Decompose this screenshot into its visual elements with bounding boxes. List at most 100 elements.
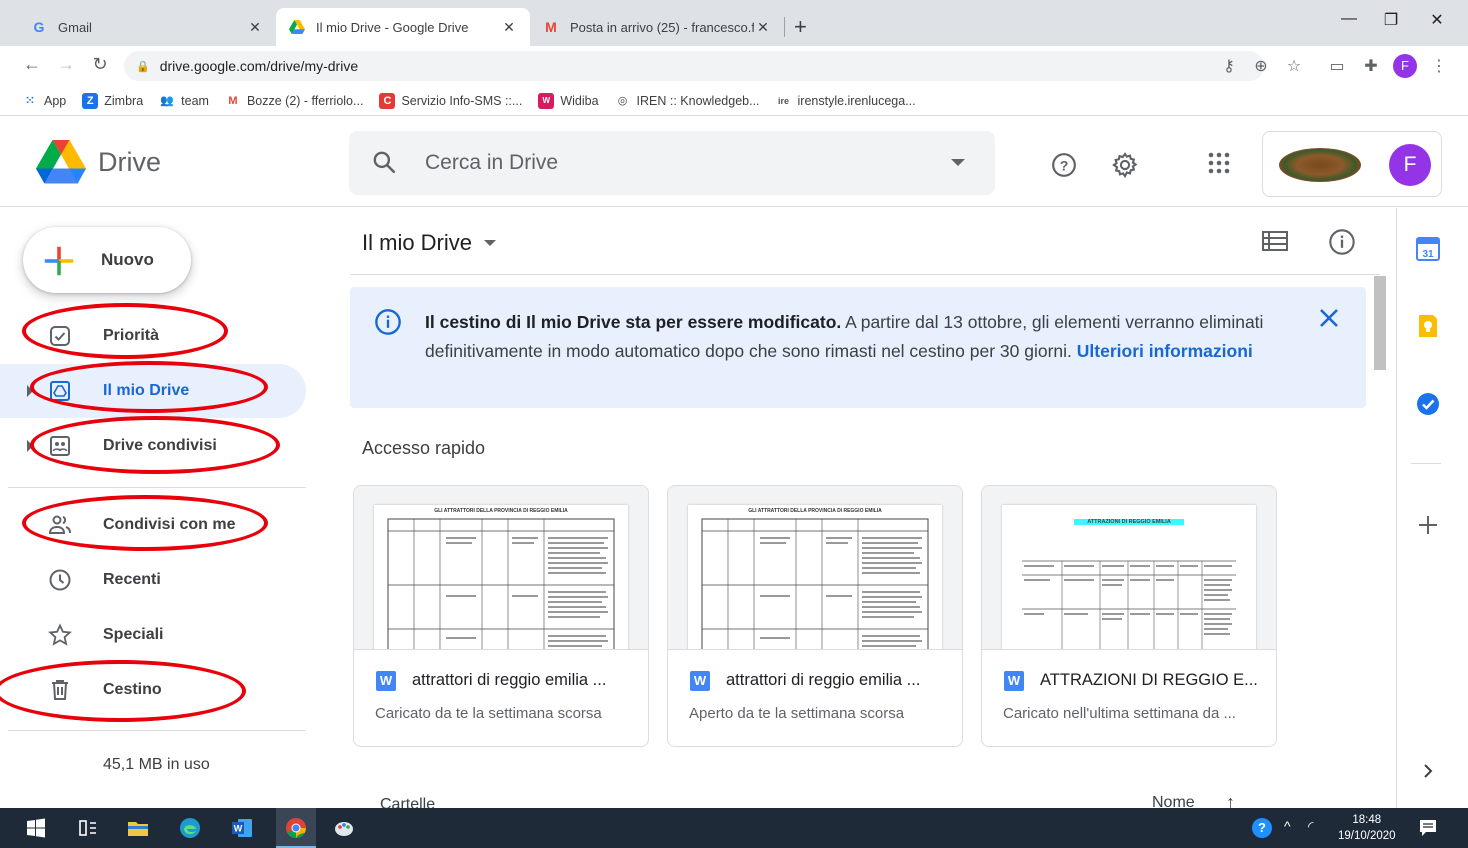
info-icon[interactable]	[1328, 228, 1356, 256]
wifi-icon[interactable]: ◜	[1308, 818, 1313, 835]
quick-access-card[interactable]: GLI ATTRATTORI DELLA PROVINCIA DI REGGIO…	[353, 485, 649, 747]
keep-icon[interactable]	[1415, 313, 1441, 339]
tab-gmail[interactable]: G Gmail ✕	[18, 8, 276, 46]
iren-icon: ire	[778, 95, 790, 106]
drive-logo-icon[interactable]	[36, 139, 86, 185]
learn-more-link[interactable]: Ulteriori informazioni	[1077, 341, 1253, 361]
search-icon[interactable]	[371, 149, 397, 175]
extensions-icon[interactable]: ✚	[1360, 56, 1382, 76]
bookmark-app[interactable]: ⁙ App	[22, 93, 66, 109]
windows-start-icon[interactable]	[24, 816, 48, 840]
chevron-right-icon[interactable]	[1415, 758, 1441, 784]
settings-gear-icon[interactable]	[1111, 151, 1139, 179]
clock-date: 19/10/2020	[1338, 830, 1396, 842]
notification-center-icon[interactable]	[1418, 818, 1438, 838]
sidebar-item-label: Priorità	[103, 327, 160, 344]
address-bar[interactable]: 🔒 drive.google.com/drive/my-drive	[124, 51, 1264, 81]
document-page: ATTRAZIONI DI REGGIO EMILIA	[1002, 505, 1256, 649]
tab-title: Posta in arrivo (25) - francesco.fe	[570, 19, 754, 35]
sidebar-item-shared-drives[interactable]: Drive condivisi	[0, 419, 306, 473]
storage-usage: 45,1 MB in uso	[103, 756, 210, 773]
shared-with-me-icon	[48, 515, 71, 534]
main-scrollbar[interactable]	[1374, 276, 1386, 370]
app-name: Drive	[98, 147, 162, 177]
bookmark-info-sms[interactable]: C Servizio Info-SMS ::...	[379, 92, 522, 109]
quick-access-card[interactable]: ATTRAZIONI DI REGGIO EMILIA W ATTRAZIONI…	[981, 485, 1277, 747]
quick-access-card[interactable]: GLI ATTRATTORI DELLA PROVINCIA DI REGGIO…	[667, 485, 963, 747]
tab-gmail-inbox[interactable]: M Posta in arrivo (25) - francesco.fe ✕	[530, 8, 784, 46]
document-table-preview	[387, 518, 615, 649]
close-window-button[interactable]: ✕	[1414, 10, 1460, 30]
sidebar-divider	[8, 730, 306, 731]
new-tab-button[interactable]: +	[794, 14, 807, 40]
chevron-up-icon[interactable]: ^	[1284, 818, 1291, 834]
paint-app-icon[interactable]	[332, 816, 356, 840]
search-input[interactable]: Cerca in Drive	[349, 131, 995, 195]
restore-button[interactable]: ❐	[1368, 10, 1414, 30]
bookmark-team[interactable]: 👥 team	[159, 93, 209, 109]
lock-icon: 🔒	[136, 60, 150, 73]
file-title: attrattori di reggio emilia ...	[726, 671, 921, 689]
drive-header: Drive Cerca in Drive ? F	[0, 117, 1468, 207]
document-heading: GLI ATTRATTORI DELLA PROVINCIA DI REGGIO…	[434, 508, 568, 514]
sidebar-item-my-drive[interactable]: Il mio Drive	[0, 364, 306, 418]
sidebar-item-recent[interactable]: Recenti	[0, 553, 306, 607]
file-title: attrattori di reggio emilia ...	[412, 671, 607, 689]
account-avatar[interactable]: F	[1389, 144, 1431, 186]
sidebar-item-shared-with-me[interactable]: Condivisi con me	[0, 498, 306, 552]
browser-profile-avatar[interactable]: F	[1393, 54, 1417, 78]
close-icon[interactable]: ✕	[246, 19, 264, 36]
bookmark-irenstyle[interactable]: ire irenstyle.irenlucega...	[776, 93, 916, 109]
sidebar-item-priority[interactable]: Priorità	[0, 309, 306, 363]
taskbar-active-app[interactable]	[276, 808, 316, 848]
browser-toolbar: ← → ↻ 🔒 drive.google.com/drive/my-drive …	[0, 46, 1468, 86]
help-icon[interactable]: ?	[1051, 152, 1077, 178]
minimize-button[interactable]: —	[1326, 10, 1372, 28]
calendar-icon[interactable]: 31	[1415, 236, 1441, 262]
file-activity: Aperto da te la settimana scorsa	[689, 705, 905, 722]
sidebar-item-label: Cestino	[103, 681, 162, 698]
bookmark-widiba[interactable]: W Widiba	[538, 92, 599, 109]
forward-arrow-icon[interactable]: →	[54, 54, 78, 75]
expand-arrow-icon[interactable]	[27, 440, 33, 452]
globe-icon: ◎	[617, 95, 628, 107]
google-g-icon: G	[33, 19, 45, 35]
bookmark-iren[interactable]: ◎ IREN :: Knowledgeb...	[615, 93, 760, 109]
help-tray-icon[interactable]: ?	[1252, 818, 1272, 838]
reload-icon[interactable]: ↻	[88, 54, 112, 75]
search-options-dropdown-icon[interactable]	[951, 159, 965, 166]
google-apps-grid-icon[interactable]	[1207, 151, 1231, 175]
list-view-icon[interactable]	[1262, 230, 1288, 252]
bookmark-star-icon[interactable]: ☆	[1283, 56, 1305, 76]
drive-icon	[288, 18, 306, 36]
expand-arrow-icon[interactable]	[27, 385, 33, 397]
new-button[interactable]: Nuovo	[23, 227, 191, 293]
file-explorer-icon[interactable]	[126, 816, 150, 840]
bookmark-zimbra[interactable]: Z Zimbra	[82, 92, 144, 109]
close-icon[interactable]: ✕	[500, 19, 518, 36]
close-icon[interactable]: ✕	[754, 19, 772, 36]
bookmark-bozze[interactable]: M Bozze (2) - fferriolo...	[225, 93, 363, 109]
svg-text:31: 31	[1422, 249, 1434, 260]
word-app-icon[interactable]: W	[230, 816, 254, 840]
zoom-icon[interactable]: ⊕	[1250, 56, 1272, 76]
edge-browser-icon[interactable]	[178, 816, 202, 840]
windows-taskbar: W ? ^ ◜ 18:48 19/10/2020	[0, 808, 1468, 848]
cast-icon[interactable]: ▭	[1326, 56, 1348, 76]
breadcrumb[interactable]: Il mio Drive	[362, 230, 497, 256]
account-switcher[interactable]: F	[1262, 131, 1442, 197]
task-view-icon[interactable]	[76, 816, 100, 840]
sidebar-item-trash[interactable]: Cestino	[0, 663, 306, 717]
close-icon[interactable]	[1318, 307, 1340, 329]
back-arrow-icon[interactable]: ←	[20, 54, 44, 75]
tab-drive[interactable]: Il mio Drive - Google Drive ✕	[276, 8, 530, 46]
bookmark-label: Zimbra	[104, 93, 144, 108]
system-clock[interactable]: 18:48 19/10/2020	[1338, 812, 1396, 844]
zimbra-icon: Z	[82, 92, 99, 109]
tasks-icon[interactable]	[1415, 391, 1441, 417]
sidebar-item-starred[interactable]: Speciali	[0, 608, 306, 662]
more-vertical-icon[interactable]: ⋮	[1428, 56, 1450, 76]
add-addon-plus-icon[interactable]	[1415, 512, 1441, 538]
quick-access-title: Accesso rapido	[362, 438, 486, 458]
key-icon[interactable]: ⚷	[1218, 56, 1240, 76]
